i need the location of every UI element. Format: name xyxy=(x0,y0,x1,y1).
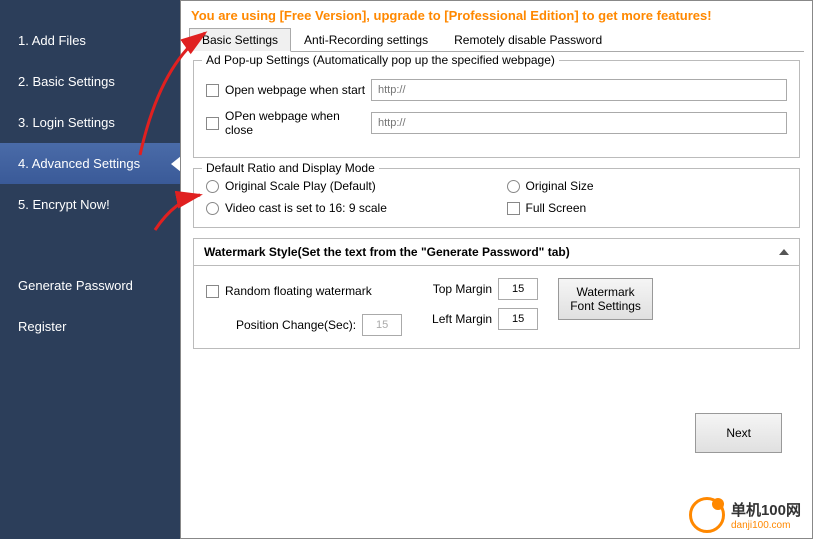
ratio-16-9-label: Video cast is set to 16: 9 scale xyxy=(225,201,387,215)
ratio-full-screen-checkbox[interactable] xyxy=(507,202,520,215)
watermark-font-settings-button[interactable]: Watermark Font Settings xyxy=(558,278,653,320)
ratio-original-size-label: Original Size xyxy=(526,179,594,193)
popup-settings-group: Ad Pop-up Settings (Automatically pop up… xyxy=(193,60,800,158)
position-change-label: Position Change(Sec): xyxy=(236,318,356,332)
sidebar: 1. Add Files 2. Basic Settings 3. Login … xyxy=(0,0,180,539)
sidebar-item-login-settings[interactable]: 3. Login Settings xyxy=(0,102,180,143)
ratio-full-screen-label: Full Screen xyxy=(526,201,587,215)
ratio-title: Default Ratio and Display Mode xyxy=(202,161,379,175)
logo-url: danji100.com xyxy=(731,520,801,531)
position-change-input[interactable] xyxy=(362,314,402,336)
tab-basic-settings[interactable]: Basic Settings xyxy=(189,28,291,52)
logo-icon xyxy=(689,497,725,533)
upgrade-banner: You are using [Free Version], upgrade to… xyxy=(181,1,812,27)
chevron-up-icon xyxy=(779,249,789,255)
sidebar-item-generate-password[interactable]: Generate Password xyxy=(0,265,180,306)
random-watermark-checkbox[interactable] xyxy=(206,285,219,298)
watermark-title: Watermark Style(Set the text from the "G… xyxy=(204,245,570,259)
watermark-accordion: Watermark Style(Set the text from the "G… xyxy=(193,238,800,349)
brand-logo: 单机100网 danji100.com xyxy=(689,497,801,533)
ratio-original-size-radio[interactable] xyxy=(507,180,520,193)
tabs: Basic Settings Anti-Recording settings R… xyxy=(189,27,804,52)
sidebar-item-advanced-settings[interactable]: 4. Advanced Settings xyxy=(0,143,180,184)
tab-remote-disable[interactable]: Remotely disable Password xyxy=(441,28,615,52)
ratio-16-9-radio[interactable] xyxy=(206,202,219,215)
sidebar-item-encrypt-now[interactable]: 5. Encrypt Now! xyxy=(0,184,180,225)
open-on-start-checkbox[interactable] xyxy=(206,84,219,97)
random-watermark-label: Random floating watermark xyxy=(225,284,372,298)
left-margin-input[interactable] xyxy=(498,308,538,330)
sidebar-item-add-files[interactable]: 1. Add Files xyxy=(0,20,180,61)
logo-name: 单机100网 xyxy=(731,499,801,520)
ratio-group: Default Ratio and Display Mode Original … xyxy=(193,168,800,228)
tab-anti-recording[interactable]: Anti-Recording settings xyxy=(291,28,441,52)
top-margin-input[interactable] xyxy=(498,278,538,300)
ratio-original-scale-radio[interactable] xyxy=(206,180,219,193)
open-on-start-url-input[interactable] xyxy=(371,79,787,101)
sidebar-item-basic-settings[interactable]: 2. Basic Settings xyxy=(0,61,180,102)
main-panel: You are using [Free Version], upgrade to… xyxy=(180,0,813,539)
popup-settings-title: Ad Pop-up Settings (Automatically pop up… xyxy=(202,53,559,67)
next-button[interactable]: Next xyxy=(695,413,782,453)
sidebar-item-register[interactable]: Register xyxy=(0,306,180,347)
top-margin-label: Top Margin xyxy=(422,282,492,296)
open-on-close-checkbox[interactable] xyxy=(206,117,219,130)
ratio-original-scale-label: Original Scale Play (Default) xyxy=(225,179,376,193)
open-on-start-label: Open webpage when start xyxy=(225,83,365,97)
watermark-header[interactable]: Watermark Style(Set the text from the "G… xyxy=(194,239,799,266)
open-on-close-label: OPen webpage when close xyxy=(225,109,371,137)
left-margin-label: Left Margin xyxy=(422,312,492,326)
open-on-close-url-input[interactable] xyxy=(371,112,787,134)
